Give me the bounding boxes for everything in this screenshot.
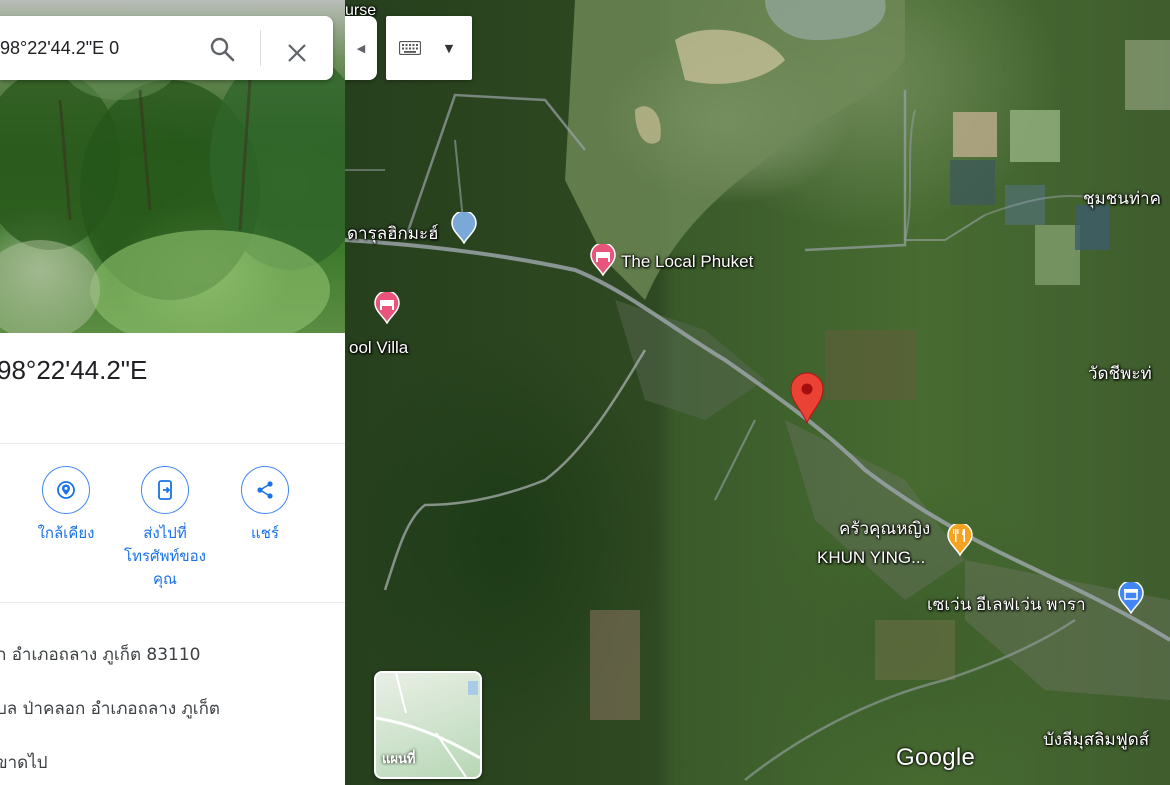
share-label: แชร์	[251, 524, 279, 542]
poi-label-restaurant-thai[interactable]: ครัวคุณหญิง	[839, 515, 930, 542]
shop-icon	[1118, 580, 1144, 615]
mosque-icon	[451, 210, 477, 245]
poi-label-restaurant-en[interactable]: KHUN YING...	[817, 548, 925, 568]
input-tools-button[interactable]: ▼	[386, 16, 472, 80]
place-coordinates-title: 98°22'44.2"E	[0, 355, 148, 385]
collapse-side-panel-button[interactable]: ◀	[345, 16, 377, 80]
close-icon[interactable]	[286, 42, 308, 64]
share-icon	[241, 466, 289, 514]
send-to-phone-label: ส่งไปที่ โทรศัพท์ของ คุณ	[124, 524, 206, 588]
search-input[interactable]	[0, 16, 200, 80]
divider	[0, 602, 345, 603]
caret-left-icon: ◀	[356, 41, 366, 55]
poi-label-convenience-store[interactable]: เซเว่น อีเลฟเว่น พารา	[927, 591, 1086, 618]
dropped-location-pin[interactable]	[789, 372, 825, 428]
poi-label-mosque[interactable]: ดารุลฮิกมะฮ์	[347, 220, 439, 247]
hotel-pin[interactable]	[374, 290, 400, 328]
restaurant-pin[interactable]	[947, 522, 973, 560]
poi-label-villa[interactable]: ool Villa	[349, 338, 408, 358]
info-row-address[interactable]: ก อำเภอถลาง ภูเก็ต 83110	[0, 641, 200, 668]
search-box[interactable]	[0, 16, 333, 80]
poi-label-shop[interactable]: บังลีมุสลิมฟูดส์	[1043, 726, 1149, 753]
search-divider	[260, 30, 261, 66]
hotel-pin[interactable]	[590, 242, 616, 280]
nearby-label: ใกล้เคียง	[37, 524, 95, 542]
bed-icon	[590, 242, 616, 277]
nearby-button[interactable]: ใกล้เคียง	[11, 466, 121, 545]
info-row-plus-code[interactable]: บล ป่าคลอก อำเภอถลาง ภูเก็ต	[0, 695, 220, 722]
place-side-panel: 98°22'44.2"E ใกล้เคียง ส่งไปที่ โทรศัพท์…	[0, 0, 345, 785]
search-icon[interactable]	[209, 36, 235, 62]
share-button[interactable]: แชร์	[210, 466, 320, 545]
send-to-phone-icon	[141, 466, 189, 514]
map-layer-toggle[interactable]: แผนที่	[374, 671, 482, 779]
dropdown-caret-icon[interactable]: ▼	[434, 16, 464, 80]
info-row-missing-place[interactable]: ขาดไป	[0, 749, 48, 776]
layer-toggle-label: แผนที่	[382, 752, 416, 767]
poi-label-community[interactable]: ชุมชนท่าค	[1083, 185, 1161, 212]
nearby-icon	[42, 466, 90, 514]
satellite-terrain	[345, 0, 1170, 781]
location-pin-icon	[790, 372, 824, 425]
keyboard-icon	[386, 16, 434, 80]
poi-label-temple[interactable]: วัดชีพะท่	[1088, 360, 1152, 387]
send-to-phone-button[interactable]: ส่งไปที่ โทรศัพท์ของ คุณ	[110, 466, 220, 591]
bed-icon	[374, 290, 400, 325]
divider	[0, 443, 345, 444]
map-canvas[interactable]: urse ดารุลฮิกมะฮ์ The Local Phuket ool V…	[345, 0, 1170, 785]
fork-knife-icon	[947, 522, 973, 557]
google-logo: Google	[896, 744, 976, 771]
mosque-pin[interactable]	[451, 210, 477, 248]
store-pin[interactable]	[1118, 580, 1144, 618]
poi-label-hotel[interactable]: The Local Phuket	[621, 252, 753, 272]
